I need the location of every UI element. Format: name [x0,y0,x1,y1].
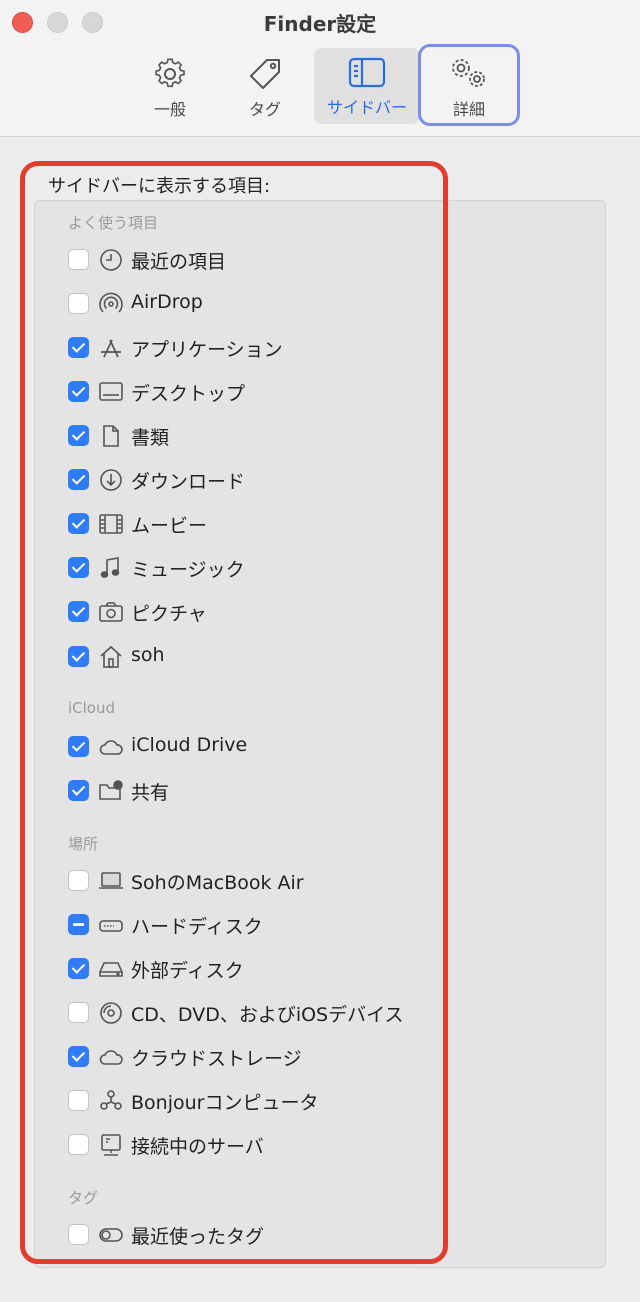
list-item-airdrop: AirDrop [68,289,448,319]
window-title: Finder設定 [263,12,377,36]
checkbox-recents[interactable] [68,249,89,270]
disc-icon [100,1002,122,1024]
list-item-recent-tags: 最近使ったタグ [68,1220,448,1250]
list-item-movies: ムービー [68,509,448,539]
list-item-label: 書類 [131,427,170,449]
external-disk-icon [99,962,123,977]
checkbox-airdrop[interactable] [68,293,89,314]
laptop-icon [99,872,123,889]
tab-sidebar-label: サイドバー [326,98,407,117]
server-icon [101,1134,121,1156]
list-item-shared: 共有 [68,776,448,806]
checkbox-servers[interactable] [68,1134,89,1155]
list-item-recents: 最近の項目 [68,245,448,275]
cloud-icon [99,1050,123,1065]
list-item-music: ミュージック [68,553,448,583]
list-item-cloud-storage: クラウドストレージ [68,1042,448,1072]
list-item-label: クラウドストレージ [131,1048,302,1070]
list-item-downloads: ダウンロード [68,465,448,495]
list-item-label: ハードディスク [131,916,263,938]
group-header-tags: タグ [68,1189,99,1207]
checkbox-desktop[interactable] [68,381,89,402]
tag-icon [250,59,280,89]
checkbox-macbook[interactable] [68,870,89,891]
list-item-bonjour: Bonjourコンピュータ [68,1086,448,1116]
tab-tags-label: タグ [248,100,281,119]
desktop-icon [99,382,123,401]
list-item-label: 外部ディスク [131,960,244,982]
download-icon [100,469,122,491]
list-item-label: ダウンロード [131,471,246,493]
list-item-home: soh [68,642,448,672]
checkbox-bonjour[interactable] [68,1090,89,1111]
home-icon [100,645,122,668]
checkbox-applications[interactable] [68,337,89,358]
checkbox-hard-disk[interactable] [68,914,89,935]
group-header-icloud: iCloud [68,699,116,717]
list-item-label: 最近の項目 [131,251,227,273]
tab-advanced[interactable]: 詳細 [418,44,520,126]
tab-sidebar[interactable]: サイドバー [314,48,420,124]
camera-icon [99,602,123,622]
list-item-servers: 接続中のサーバ [68,1130,448,1160]
list-item-label: CD、DVD、およびiOSデバイス [131,1004,404,1026]
applications-icon [101,339,121,358]
checkbox-home[interactable] [68,646,89,667]
tab-advanced-label: 詳細 [452,100,485,119]
tab-general-label: 一般 [153,100,186,119]
checkbox-recent-tags[interactable] [68,1224,89,1245]
toolbar: Finder設定 一般 タグ サイドバー 詳細 [0,0,640,137]
list-item-label: SohのMacBook Air [131,872,304,894]
list-item-label: 接続中のサーバ [131,1136,264,1158]
section-title: サイドバーに表示する項目: [48,176,271,197]
checkbox-icloud-drive[interactable] [68,736,89,757]
list-item-label: ムービー [131,515,208,537]
checkbox-downloads[interactable] [68,469,89,490]
list-item-label: ミュージック [131,559,245,581]
music-note-icon [100,557,120,578]
airdrop-icon [99,292,123,313]
list-item-label: ピクチャ [131,603,207,625]
list-item-hard-disk: ハードディスク [68,910,448,940]
checkbox-music[interactable] [68,557,89,578]
checkbox-pictures[interactable] [68,601,89,622]
list-item-label: 共有 [131,782,170,804]
list-item-label: デスクトップ [131,383,246,405]
list-item-desktop: デスクトップ [68,377,448,407]
list-item-label: iCloud Drive [131,734,248,756]
list-item-documents: 書類 [68,421,448,451]
list-item-macbook: SohのMacBook Air [68,866,448,896]
gears-icon [452,59,485,87]
group-header-locations: 場所 [68,835,99,853]
checkbox-cd-dvd[interactable] [68,1002,89,1023]
hard-disk-icon [99,920,123,932]
checkbox-cloud-storage[interactable] [68,1046,89,1067]
group-header-favorites: よく使う項目 [68,214,159,232]
list-item-label: soh [131,644,165,666]
clock-icon [100,249,122,271]
checkbox-documents[interactable] [68,425,89,446]
list-item-label: Bonjourコンピュータ [131,1092,319,1114]
list-item-label: アプリケーション [131,339,283,361]
list-item-label: AirDrop [131,291,203,313]
list-item-applications: アプリケーション [68,333,448,363]
tag-toggle-icon [99,1228,123,1242]
checkbox-movies[interactable] [68,513,89,534]
cloud-icon [99,740,123,755]
tab-general[interactable]: 一般 [118,48,222,124]
checkbox-external-disk[interactable] [68,958,89,979]
checkbox-shared[interactable] [68,780,89,801]
bonjour-icon [100,1090,122,1110]
list-item-icloud-drive: iCloud Drive [68,732,448,762]
shared-folder-icon [99,780,123,800]
list-item-pictures: ピクチャ [68,597,448,627]
film-icon [99,514,123,534]
tab-tags[interactable]: タグ [213,48,317,124]
gear-icon [155,58,185,88]
list-item-cd-dvd: CD、DVD、およびiOSデバイス [68,998,448,1028]
sidebar-icon [348,57,386,88]
document-icon [103,425,119,447]
list-item-external-disk: 外部ディスク [68,954,448,984]
list-item-label: 最近使ったタグ [131,1226,265,1248]
